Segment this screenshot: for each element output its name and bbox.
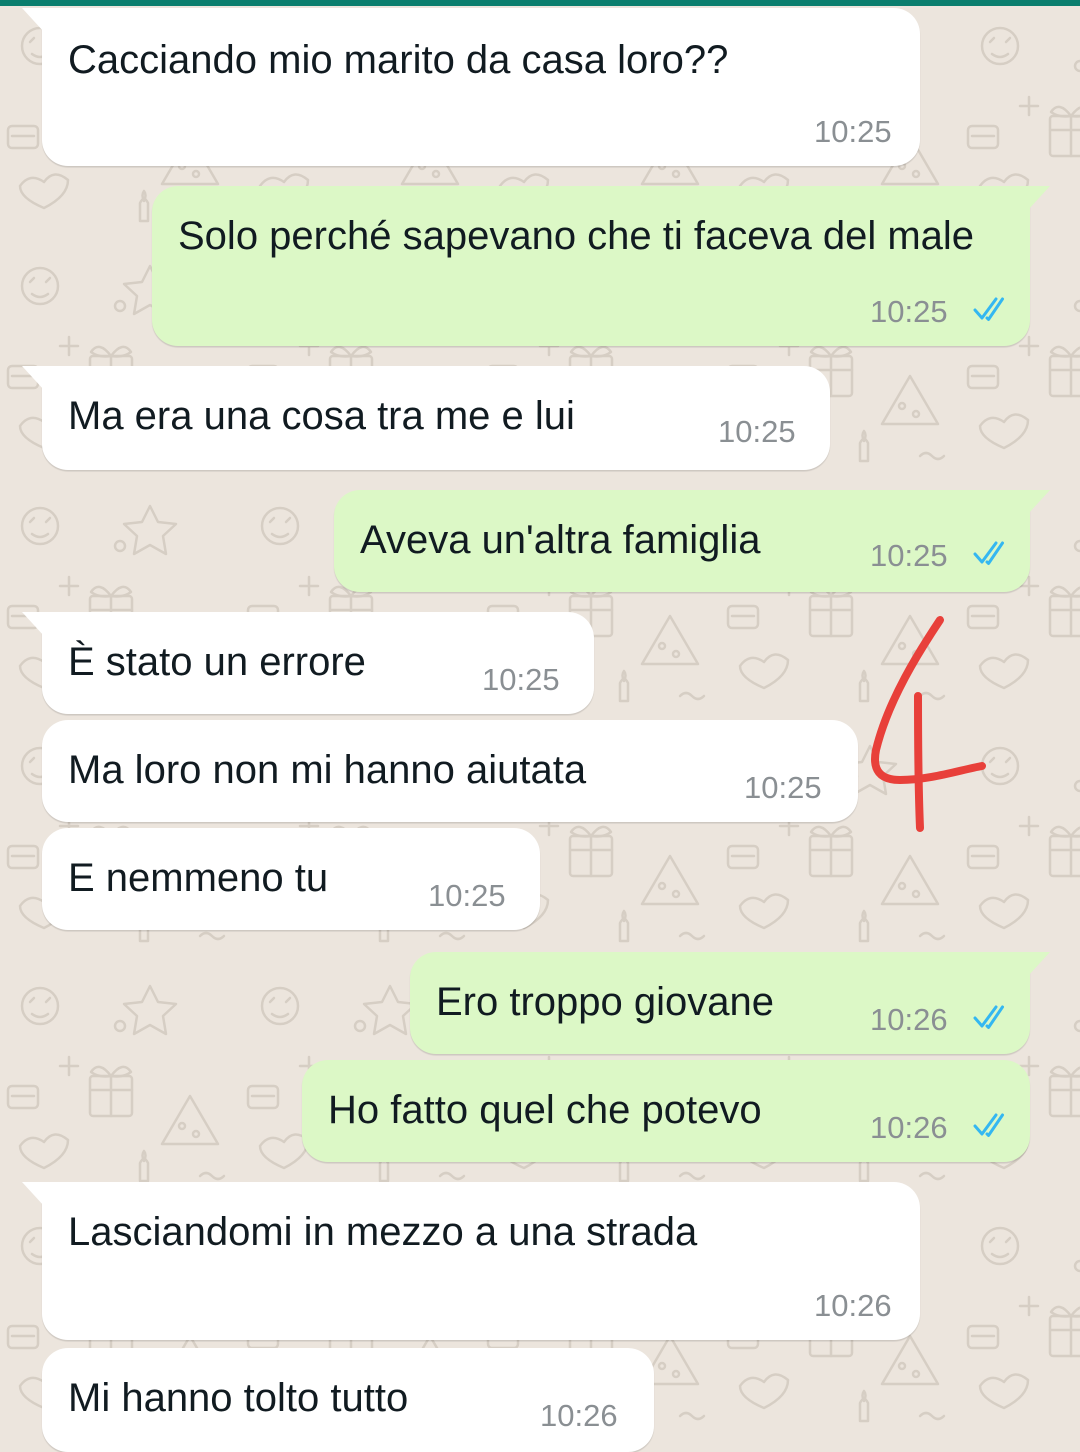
message-text: Ero troppo giovane (436, 980, 775, 1024)
message-incoming[interactable]: Ma era una cosa tra me e lui 10:25 (22, 366, 830, 470)
message-outgoing[interactable]: Ho fatto quel che potevo 10:26 (302, 1060, 1030, 1162)
message-timestamp: 10:26 (870, 1002, 948, 1037)
message-text: Mi hanno tolto tutto (68, 1376, 409, 1420)
message-outgoing[interactable]: Ero troppo giovane 10:26 (410, 952, 1050, 1054)
message-timestamp: 10:26 (814, 1288, 892, 1323)
message-timestamp: 10:25 (870, 538, 948, 573)
message-timestamp: 10:25 (428, 878, 506, 913)
message-incoming[interactable]: È stato un errore 10:25 (22, 612, 594, 714)
message-incoming[interactable]: Mi hanno tolto tutto 10:26 (42, 1348, 654, 1452)
message-text: E nemmeno tu (68, 856, 329, 900)
message-incoming[interactable]: Lasciandomi in mezzo a una strada 10:26 (22, 1182, 920, 1340)
message-incoming[interactable]: E nemmeno tu 10:25 (42, 828, 540, 930)
message-text: Cacciando mio marito da casa loro?? (68, 38, 729, 82)
message-timestamp: 10:25 (718, 414, 796, 449)
message-timestamp: 10:26 (540, 1398, 618, 1433)
handwritten-4-annotation (871, 616, 986, 832)
message-text: Ho fatto quel che potevo (328, 1088, 762, 1132)
double-check-read-icon (973, 1113, 1004, 1137)
double-check-read-icon (973, 541, 1004, 565)
message-text: Ma loro non mi hanno aiutata (68, 748, 587, 792)
double-check-read-icon (973, 297, 1004, 321)
message-text: Aveva un'altra famiglia (360, 518, 761, 562)
message-timestamp: 10:26 (870, 1110, 948, 1145)
double-check-read-icon (973, 1005, 1004, 1029)
message-incoming[interactable]: Cacciando mio marito da casa loro?? 10:2… (22, 8, 920, 166)
message-timestamp: 10:25 (744, 770, 822, 805)
message-outgoing[interactable]: Solo perché sapevano che ti faceva del m… (152, 186, 1050, 346)
message-text: Solo perché sapevano che ti faceva del m… (178, 214, 975, 258)
message-timestamp: 10:25 (870, 294, 948, 329)
message-text: Lasciandomi in mezzo a una strada (68, 1210, 698, 1254)
message-text: Ma era una cosa tra me e lui (68, 394, 575, 438)
message-text: È stato un errore (68, 640, 366, 684)
message-outgoing[interactable]: Aveva un'altra famiglia 10:25 (334, 490, 1050, 592)
message-timestamp: 10:25 (482, 662, 560, 697)
message-incoming[interactable]: Ma loro non mi hanno aiutata 10:25 (42, 720, 858, 822)
message-timestamp: 10:25 (814, 114, 892, 149)
